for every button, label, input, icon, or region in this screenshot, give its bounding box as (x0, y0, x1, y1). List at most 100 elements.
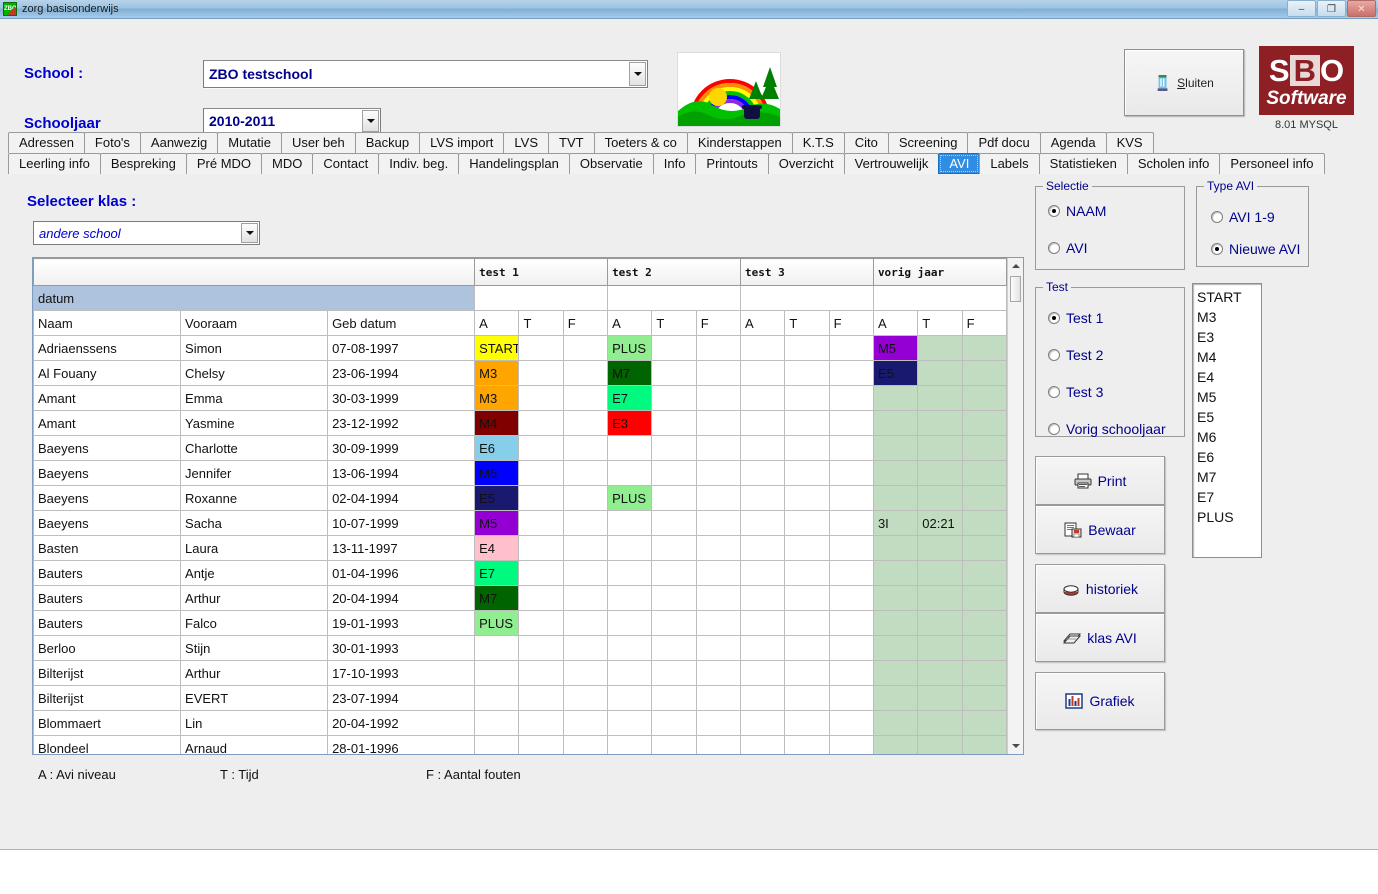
table-row[interactable]: Blondeel Arnaud 28-01-1996 (33, 735, 1008, 754)
cell-t3-f[interactable] (828, 560, 874, 586)
table-row[interactable]: Adriaenssens Simon 07-08-1997 START PLUS M5 (33, 335, 1008, 361)
cell-t2-a[interactable] (607, 585, 653, 611)
cell-t1-f[interactable] (562, 710, 609, 736)
cell-t2-a[interactable] (607, 460, 653, 486)
cell-t2-a[interactable] (607, 635, 653, 661)
radio-selectie-naam[interactable]: NAAM (1048, 203, 1106, 219)
cell-t1-f[interactable] (562, 635, 609, 661)
cell-t1-a[interactable]: M3 (474, 360, 520, 386)
cell-t3-t[interactable] (784, 410, 830, 436)
cell-t2-t[interactable] (651, 610, 697, 636)
cell-t3-t[interactable] (784, 610, 830, 636)
cell-t2-f[interactable] (695, 510, 742, 536)
save-button[interactable]: Bewaar (1035, 505, 1165, 554)
cell-t1-t[interactable] (518, 535, 564, 561)
cell-t1-f[interactable] (562, 335, 609, 361)
schooljaar-dropdown[interactable]: 2010-2011 (203, 108, 381, 134)
cell-t1-f[interactable] (562, 660, 609, 686)
cell-t1-a[interactable]: PLUS (474, 610, 520, 636)
table-row[interactable]: Baeyens Roxanne 02-04-1994 E5 PLUS (33, 485, 1008, 511)
cell-t2-t[interactable] (651, 510, 697, 536)
tab-tvt[interactable]: TVT (548, 132, 595, 153)
cell-t3-a[interactable] (739, 510, 786, 536)
cell-t2-t[interactable] (651, 710, 697, 736)
cell-t1-f[interactable] (562, 560, 609, 586)
table-row[interactable]: Baeyens Jennifer 13-06-1994 M6 (33, 460, 1008, 486)
tab-observatie[interactable]: Observatie (568, 153, 654, 174)
cell-t1-t[interactable] (518, 685, 564, 711)
cell-t2-f[interactable] (695, 410, 742, 436)
cell-t1-a[interactable]: M5 (474, 510, 520, 536)
cell-t3-a[interactable] (739, 735, 786, 754)
students-grid[interactable]: test 1 test 2 test 3 vorig jaar datum Naam V… (33, 258, 1008, 754)
tab-info[interactable]: Info (652, 153, 697, 174)
cell-t2-t[interactable] (651, 460, 697, 486)
tab-backup[interactable]: Backup (354, 132, 421, 153)
cell-t1-t[interactable] (518, 635, 564, 661)
cell-t1-a[interactable] (474, 685, 520, 711)
chevron-down-icon[interactable] (241, 223, 258, 243)
cell-t3-t[interactable] (784, 435, 830, 461)
cell-t2-a[interactable] (607, 685, 653, 711)
cell-t3-f[interactable] (828, 710, 874, 736)
cell-t2-t[interactable] (651, 685, 697, 711)
cell-t3-a[interactable] (739, 560, 786, 586)
cell-t2-f[interactable] (695, 485, 742, 511)
cell-t3-f[interactable] (828, 535, 874, 561)
cell-t2-a[interactable] (607, 560, 653, 586)
cell-t2-t[interactable] (651, 360, 697, 386)
cell-t2-f[interactable] (695, 385, 742, 411)
avi-list-item-e4[interactable]: E4 (1197, 367, 1261, 387)
class-avi-button[interactable]: klas AVI (1035, 613, 1165, 662)
class-dropdown[interactable]: andere school (33, 221, 260, 245)
table-row[interactable]: Al Fouany Chelsy 23-06-1994 M3 M7 E5 (33, 360, 1008, 386)
tab-overzicht[interactable]: Overzicht (767, 153, 845, 174)
cell-t1-a[interactable]: START (474, 335, 520, 361)
cell-t2-f[interactable] (695, 535, 742, 561)
cell-t2-a[interactable]: E7 (607, 385, 653, 411)
cell-t1-f[interactable] (562, 510, 609, 536)
cell-t2-t[interactable] (651, 385, 697, 411)
cell-t1-f[interactable] (562, 685, 609, 711)
history-button[interactable]: historiek (1035, 564, 1165, 613)
cell-t2-f[interactable] (695, 735, 742, 754)
scroll-up-icon[interactable] (1008, 258, 1023, 274)
cell-t2-t[interactable] (651, 535, 697, 561)
cell-t1-t[interactable] (518, 485, 564, 511)
cell-t3-a[interactable] (739, 335, 786, 361)
avi-list-item-m4[interactable]: M4 (1197, 347, 1261, 367)
cell-t3-t[interactable] (784, 360, 830, 386)
cell-t1-f[interactable] (562, 460, 609, 486)
cell-t1-f[interactable] (562, 585, 609, 611)
cell-t3-t[interactable] (784, 585, 830, 611)
cell-t2-t[interactable] (651, 660, 697, 686)
tab-lvs[interactable]: LVS (503, 132, 550, 153)
cell-t3-a[interactable] (739, 385, 786, 411)
cell-t2-f[interactable] (695, 560, 742, 586)
grid-datum-value-2[interactable] (607, 285, 741, 311)
close-window-button[interactable]: Sluiten (1124, 49, 1244, 116)
cell-t1-a[interactable]: E4 (474, 535, 520, 561)
cell-t3-f[interactable] (828, 335, 874, 361)
tab-personeel-info[interactable]: Personeel info (1219, 153, 1325, 174)
close-button[interactable]: ✕ (1347, 0, 1376, 17)
cell-t3-f[interactable] (828, 685, 874, 711)
radio-test-1[interactable]: Test 1 (1048, 310, 1103, 326)
tab-mdo[interactable]: MDO (261, 153, 314, 174)
cell-t3-f[interactable] (828, 460, 874, 486)
cell-t2-a[interactable] (607, 510, 653, 536)
radio-nieuwe-avi[interactable]: Nieuwe AVI (1211, 241, 1300, 257)
tab-aanwezig[interactable]: Aanwezig (139, 132, 219, 153)
cell-t3-a[interactable] (739, 460, 786, 486)
cell-t3-t[interactable] (784, 460, 830, 486)
avi-list-item-e7[interactable]: E7 (1197, 487, 1261, 507)
chevron-down-icon[interactable] (362, 110, 379, 132)
tab-pr-mdo[interactable]: Pré MDO (185, 153, 263, 174)
cell-t1-a[interactable]: M6 (474, 460, 520, 486)
avi-level-list[interactable]: START M3 E3 M4 E4 M5 E5 M6 E6 M7 E7 PLUS (1192, 283, 1262, 558)
cell-t1-t[interactable] (518, 610, 564, 636)
cell-t3-f[interactable] (828, 410, 874, 436)
table-row[interactable]: Bilterijst Arthur 17-10-1993 (33, 660, 1008, 686)
table-row[interactable]: Amant Yasmine 23-12-1992 M4 E3 (33, 410, 1008, 436)
table-row[interactable]: Berloo Stijn 30-01-1993 (33, 635, 1008, 661)
